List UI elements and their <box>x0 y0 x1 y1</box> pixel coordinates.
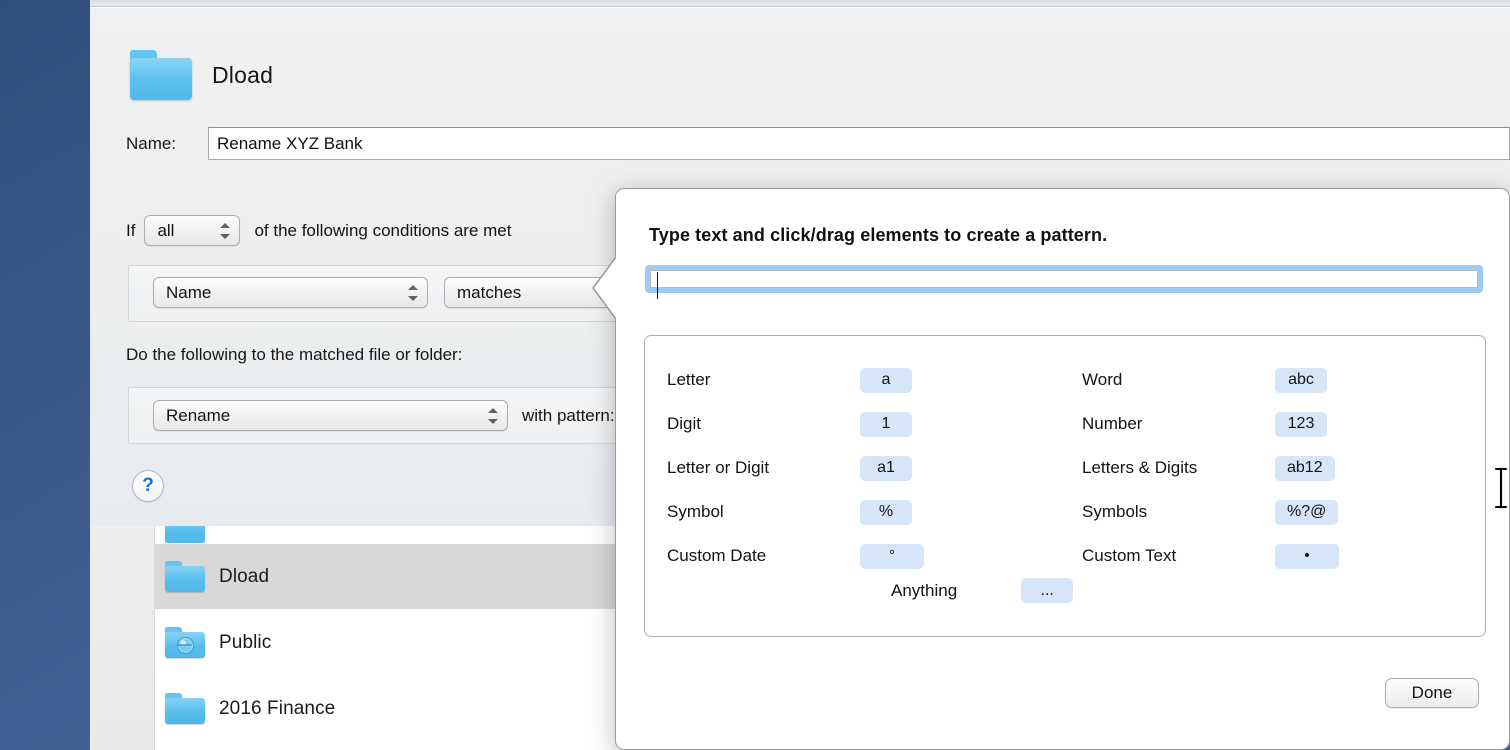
token-label: Letters & Digits <box>1082 458 1198 477</box>
help-glyph: ? <box>142 475 154 496</box>
token-label: Symbols <box>1082 502 1148 521</box>
text-caret <box>657 272 658 299</box>
stepper-arrows-icon <box>487 406 499 426</box>
folder-icon <box>165 561 205 592</box>
pattern-builder-popover: Type text and click/drag elements to cre… <box>594 188 1510 750</box>
list-item-label: Dload <box>219 565 270 587</box>
rule-name-row: Name: <box>126 127 1510 160</box>
popover-arrow <box>594 257 617 319</box>
token-grid: Letter a Word abc Digit 1 Number 123 Let… <box>645 336 1487 594</box>
token-label: Custom Date <box>667 546 767 565</box>
page-title: Dload <box>212 61 274 88</box>
anything-token-row: Anything ... <box>645 578 1487 603</box>
number-token-chip[interactable]: 123 <box>1275 411 1327 437</box>
token-chip-cell: ab12 <box>1275 446 1480 490</box>
ibeam-cursor-icon <box>1494 467 1508 509</box>
letters-and-digits-token-chip[interactable]: ab12 <box>1275 455 1335 481</box>
token-label: Digit <box>667 414 702 433</box>
word-token-chip[interactable]: abc <box>1275 367 1327 393</box>
token-label: Custom Text <box>1082 546 1177 565</box>
anything-token-chip[interactable]: ... <box>1021 578 1074 603</box>
letter-token-chip[interactable]: a <box>860 367 912 393</box>
action-kind-value: Rename <box>166 405 231 425</box>
actions-heading: Do the following to the matched file or … <box>126 345 463 364</box>
rule-name-input[interactable] <box>208 127 1510 160</box>
if-label: If <box>126 220 136 240</box>
with-pattern-label: with pattern: <box>522 405 615 425</box>
token-chip-cell: a <box>860 358 1060 402</box>
custom-date-token-chip[interactable]: ° <box>860 543 924 569</box>
condition-scope-value: all <box>157 220 175 240</box>
folder-globe-icon <box>165 627 205 658</box>
action-row: Rename with pattern: <box>153 399 695 432</box>
condition-scope-dropdown[interactable]: all <box>144 215 241 246</box>
list-item-label: 2016 Finance <box>219 697 336 719</box>
condition-attribute-value: Name <box>166 282 212 302</box>
folder-icon <box>130 50 192 100</box>
pattern-input-focus-ring <box>645 265 1483 293</box>
token-label: Word <box>1082 370 1123 389</box>
token-chip-cell: ° <box>860 534 1060 578</box>
stepper-arrows-icon <box>407 283 419 303</box>
condition-operator-value: matches <box>457 282 522 302</box>
symbols-token-chip[interactable]: %?@ <box>1275 499 1339 525</box>
token-label: Symbol <box>667 502 724 521</box>
action-kind-dropdown[interactable]: Rename <box>153 400 508 431</box>
token-chip-cell: abc <box>1275 358 1480 402</box>
token-label: Number <box>1082 414 1143 433</box>
token-chip-cell: • <box>1275 534 1480 578</box>
name-label: Name: <box>126 133 177 153</box>
condition-scope-suffix: of the following conditions are met <box>254 220 512 240</box>
done-button[interactable]: Done <box>1385 678 1479 708</box>
letter-or-digit-token-chip[interactable]: a1 <box>860 455 912 481</box>
finder-sidebar <box>90 522 155 750</box>
symbol-token-chip[interactable]: % <box>860 499 912 525</box>
token-chip-cell: % <box>860 490 1060 534</box>
custom-text-token-chip[interactable]: • <box>1275 543 1339 569</box>
folder-icon <box>165 693 205 724</box>
question-mark-icon[interactable]: ? <box>132 470 164 502</box>
token-chip-cell: 1 <box>860 402 1060 446</box>
list-item-label: Public <box>219 631 272 653</box>
rule-header: Dload <box>130 50 273 100</box>
stepper-arrows-icon <box>219 221 231 241</box>
pattern-token-palette: Letter a Word abc Digit 1 Number 123 Let… <box>644 335 1486 637</box>
popover-title: Type text and click/drag elements to cre… <box>649 225 1108 245</box>
token-chip-cell: %?@ <box>1275 490 1480 534</box>
pattern-text-input[interactable] <box>650 270 1478 288</box>
condition-attribute-dropdown[interactable]: Name <box>153 277 428 308</box>
token-label: Letter <box>667 370 711 389</box>
condition-scope-row: If all of the following conditions are m… <box>126 215 512 246</box>
token-chip-cell: 123 <box>1275 402 1480 446</box>
digit-token-chip[interactable]: 1 <box>860 411 912 437</box>
token-label: Anything <box>891 580 958 600</box>
token-label: Letter or Digit <box>667 458 770 477</box>
token-chip-cell: a1 <box>860 446 1060 490</box>
